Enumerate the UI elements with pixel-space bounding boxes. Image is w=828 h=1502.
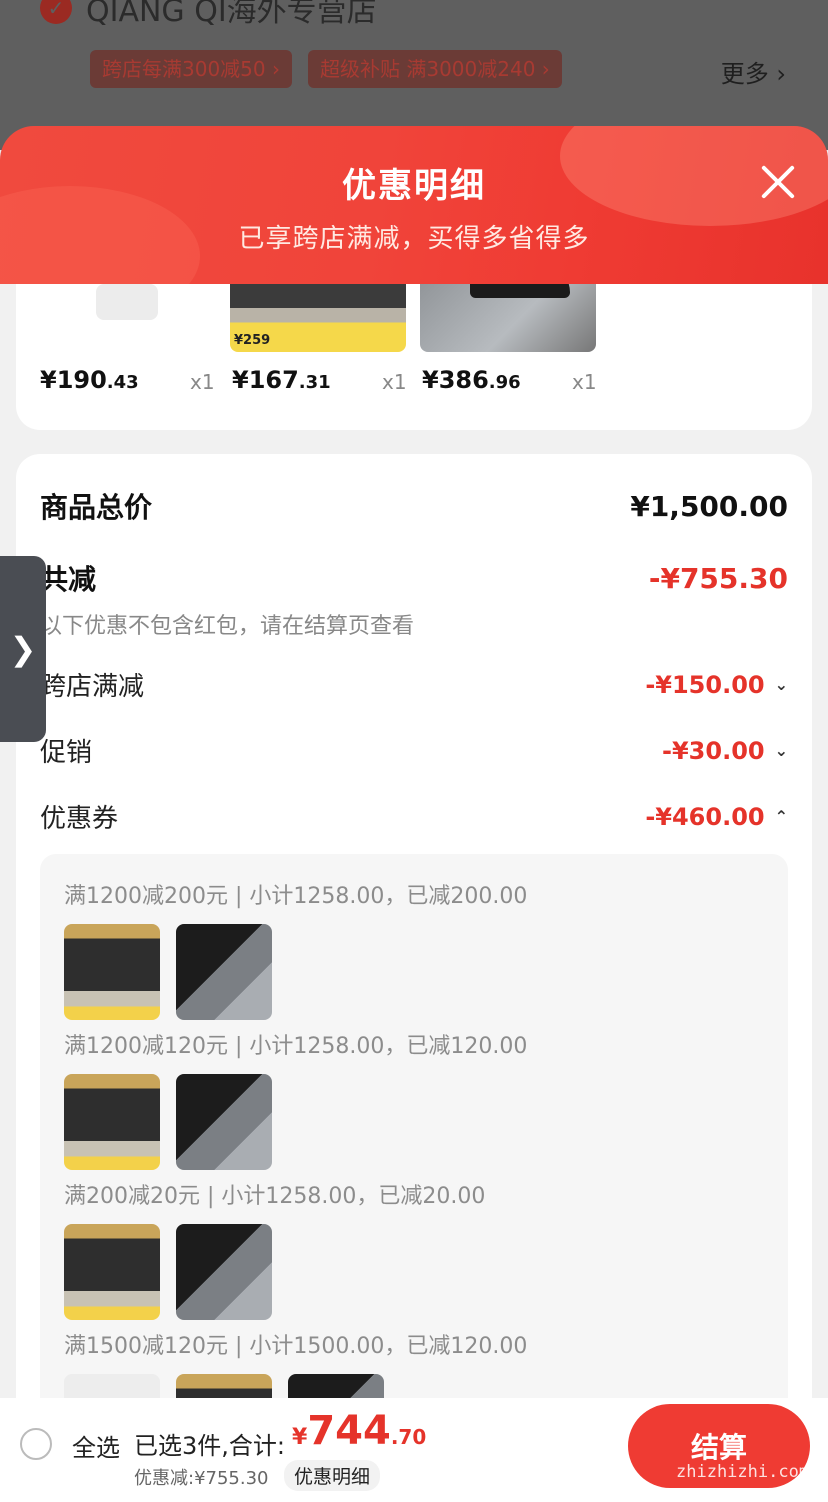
chevron-right-icon: ❯ (9, 630, 37, 668)
more-link: 更多 › (720, 60, 786, 88)
sheet-subtitle: 已享跨店满减，买得多省得多 (238, 224, 590, 254)
discount-sheet-body: ¥259 ¥190.43 x1 ¥167.31 x1 ¥386.96 x1 商品… (0, 284, 828, 1398)
red-packet-note: 以下优惠不包含红包，请在结算页查看 (40, 614, 415, 639)
coupon-line: 满200减20元 | 小计1258.00，已减20.00 (64, 1184, 486, 1209)
coupon-product-image (64, 1074, 160, 1170)
product-price: ¥386.96 (422, 366, 521, 394)
checkout-bar: 全选 已选3件,合计: ¥744.70 优惠减:¥755.30 优惠明细 结算 … (0, 1398, 828, 1502)
product-image: ¥259 (230, 284, 406, 352)
discount-sheet-header: 优惠明细 已享跨店满减，买得多省得多 (0, 126, 828, 284)
store-title: ✓ QIANG QI海外专营店 (40, 0, 377, 30)
discount-value: -¥150.00 (645, 670, 765, 699)
product-qty: x1 (572, 370, 597, 394)
chevron-down-icon: ⌄ (774, 741, 788, 760)
product-image (420, 284, 596, 352)
discount-detail-link[interactable]: 优惠明细 (284, 1460, 381, 1491)
coupon-line: 满1200减200元 | 小计1258.00，已减200.00 (64, 884, 528, 909)
total-amount: ¥744.70 (292, 1408, 427, 1454)
price-summary-card: 商品总价 ¥1,500.00 共减 -¥755.30 以下优惠不包含红包，请在结… (16, 454, 812, 1398)
coupon-product-image (176, 1224, 272, 1320)
product-image (96, 284, 158, 320)
promo-tag-subsidy: 超级补贴 满3000减240 › (308, 50, 562, 88)
promo-tag-cross-store: 跨店每满300减50 › (90, 50, 292, 88)
side-panel-handle[interactable]: ❯ (0, 556, 46, 742)
coupon-line: 满1200减120元 | 小计1258.00，已减120.00 (64, 1034, 528, 1059)
coupon-detail-panel: 满1200减200元 | 小计1258.00，已减200.00 满1200减12… (40, 854, 788, 1398)
coupon-product-image (64, 1224, 160, 1320)
discount-label: 优惠券 (40, 804, 119, 834)
product-list-card: ¥259 ¥190.43 x1 ¥167.31 x1 ¥386.96 x1 (16, 284, 812, 430)
discount-value: -¥30.00 (662, 736, 765, 765)
coupon-product-image (176, 924, 272, 1020)
chevron-up-icon: ⌃ (774, 807, 788, 826)
product-qty: x1 (190, 370, 215, 394)
discount-row-cross-store[interactable]: 跨店满减 -¥150.00 ⌄ (40, 666, 788, 703)
close-icon[interactable] (758, 162, 798, 202)
chevron-down-icon: ⌄ (774, 675, 788, 694)
discount-row-promotion[interactable]: 促销 -¥30.00 ⌄ (40, 732, 788, 769)
discount-label: 跨店满减 (40, 672, 145, 702)
product-price: ¥167.31 (232, 366, 331, 394)
total-reduce-row: 共减 -¥755.30 (40, 558, 788, 598)
select-all-radio[interactable] (20, 1428, 52, 1460)
coupon-product-image (176, 1074, 272, 1170)
coupon-product-image (288, 1374, 384, 1398)
discount-value: -¥460.00 (645, 802, 765, 831)
coupon-product-image (64, 1374, 160, 1398)
sheet-title: 优惠明细 (342, 166, 486, 206)
total-reduce-value: -¥755.30 (648, 561, 788, 595)
total-price-row: 商品总价 ¥1,500.00 (40, 486, 788, 526)
total-reduce-label: 共减 (40, 563, 97, 596)
discount-label: 促销 (40, 738, 93, 768)
product-qty: x1 (382, 370, 407, 394)
product-price: ¥190.43 (40, 366, 139, 394)
saved-amount: 优惠减:¥755.30 (134, 1468, 269, 1489)
select-all-label[interactable]: 全选 (72, 1428, 120, 1463)
coupon-product-image (176, 1374, 272, 1398)
coupon-line: 满1500减120元 | 小计1500.00，已减120.00 (64, 1334, 528, 1359)
coupon-product-image (64, 924, 160, 1020)
total-price-label: 商品总价 (40, 491, 153, 524)
discount-row-coupon[interactable]: 优惠券 -¥460.00 ⌃ (40, 798, 788, 835)
total-price-value: ¥1,500.00 (630, 489, 788, 523)
check-icon: ✓ (40, 0, 72, 24)
store-name: QIANG QI海外专营店 (86, 0, 377, 29)
selected-count: 已选3件,合计: (134, 1432, 285, 1460)
watermark: zhizhizhi.com (676, 1462, 810, 1482)
